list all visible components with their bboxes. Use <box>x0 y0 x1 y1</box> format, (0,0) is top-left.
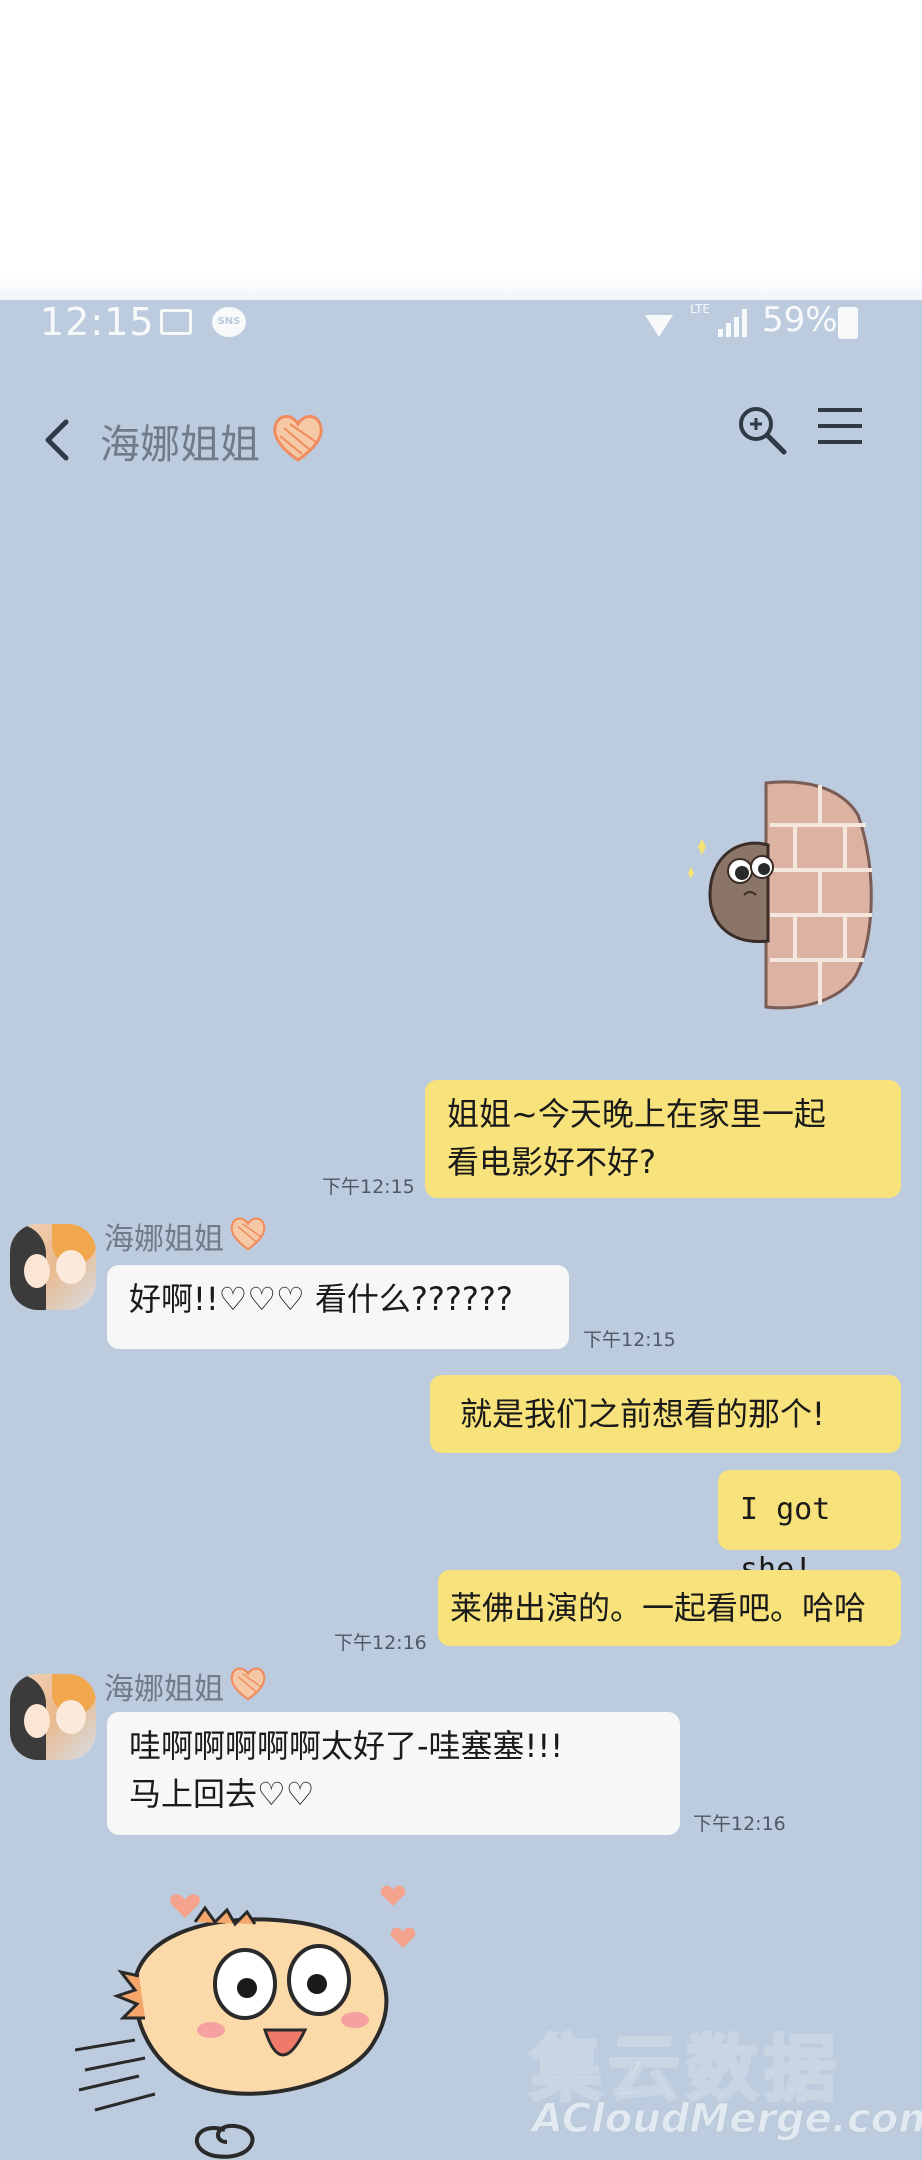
message-time: 下午12:16 <box>693 1813 786 1835</box>
status-time: 12:15 <box>40 300 155 344</box>
their-message-bubble[interactable]: 好啊!!♡♡♡ 看什么?????? <box>107 1265 569 1349</box>
message-time: 下午12:15 <box>583 1329 676 1351</box>
excited-character-sticker <box>75 1885 416 2159</box>
my-message-bubble[interactable]: 就是我们之前想看的那个! <box>430 1375 901 1453</box>
gallery-notification-icon <box>160 309 192 335</box>
top-blank-area <box>0 0 922 300</box>
heart-icon <box>230 1667 266 1701</box>
battery-percent: 59% <box>762 300 838 340</box>
peeking-sticker <box>688 780 873 1010</box>
back-arrow-icon[interactable] <box>40 416 74 464</box>
signal-icon <box>718 307 748 337</box>
chat-header: 海娜姐姐 <box>0 390 922 490</box>
avatar[interactable] <box>10 1224 96 1310</box>
heart-icon <box>273 415 323 462</box>
watermark-url: ACloudMerge.com <box>532 2096 922 2143</box>
wifi-icon <box>645 315 673 337</box>
watermark: 集云数据 ACloudMerge.com <box>520 2010 922 2150</box>
sns-notification-icon: SNS <box>212 307 246 337</box>
their-message-bubble[interactable]: 哇啊啊啊啊啊太好了-哇塞塞!!! 马上回去♡♡ <box>107 1712 680 1835</box>
sender-name: 海娜姐姐 <box>104 1672 224 1707</box>
lte-icon: LTE <box>690 302 710 316</box>
my-message-bubble[interactable]: I got she! <box>718 1470 901 1587</box>
search-icon[interactable] <box>734 402 790 458</box>
my-message-bubble[interactable]: 姐姐~今天晚上在家里一起 看电影好不好? <box>425 1080 901 1198</box>
heart-icon <box>230 1217 266 1251</box>
menu-icon[interactable] <box>816 404 864 448</box>
battery-icon <box>838 307 858 339</box>
chat-title: 海娜姐姐 <box>100 422 260 468</box>
status-bar: 12:15 SNS LTE 59% <box>0 295 922 355</box>
avatar[interactable] <box>10 1674 96 1760</box>
my-message-bubble[interactable]: 莱佛出演的。一起看吧。哈哈 <box>438 1570 901 1646</box>
message-time: 下午12:16 <box>334 1632 427 1654</box>
sender-name: 海娜姐姐 <box>104 1222 224 1257</box>
message-time: 下午12:15 <box>322 1176 415 1198</box>
